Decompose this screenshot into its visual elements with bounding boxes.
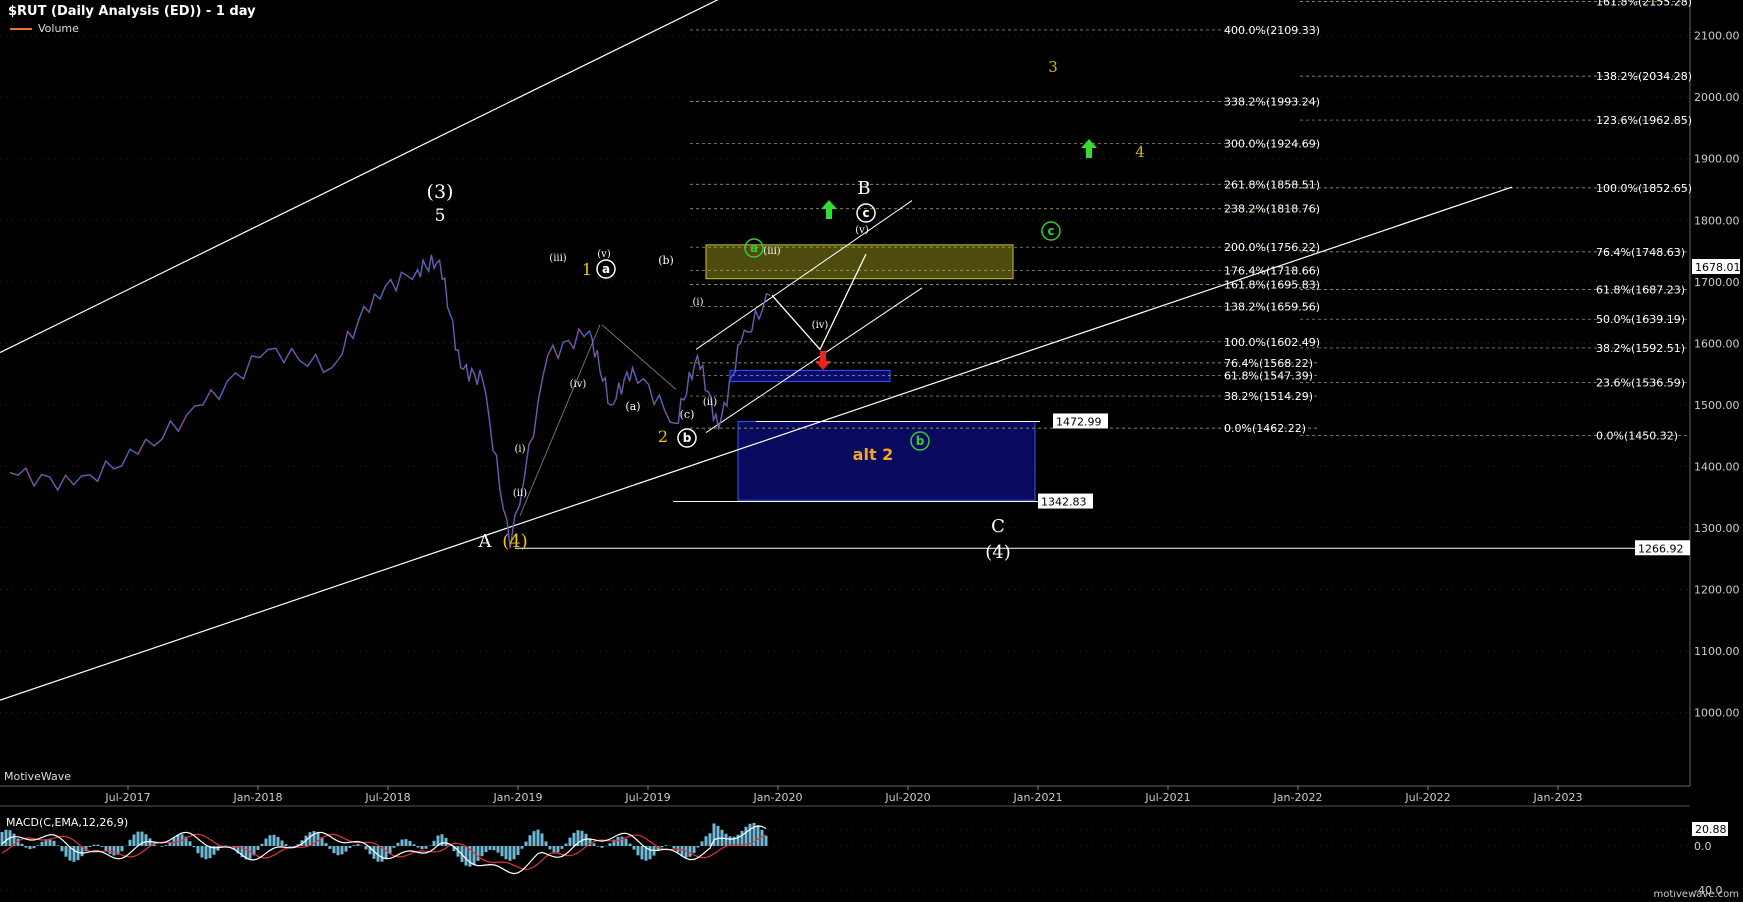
fib-label-left: 261.8%(1858.51) [1224, 178, 1320, 191]
alt-zone-label: alt 2 [853, 445, 894, 464]
fib-label-left: 338.2%(1993.24) [1224, 95, 1320, 108]
wave-label: (ii) [513, 488, 527, 499]
wave-label: (4) [502, 531, 528, 552]
x-tick-label: Jan-2021 [1013, 791, 1063, 804]
x-tick-label: Jul-2020 [884, 791, 930, 804]
wave-label: (v) [855, 225, 869, 236]
x-tick-label: Jul-2021 [1144, 791, 1190, 804]
y-tick-label: 1200.00 [1694, 583, 1740, 596]
x-tick-label: Jan-2018 [233, 791, 283, 804]
wave-label: (b) [658, 254, 674, 267]
y-tick-label: 1300.00 [1694, 522, 1740, 535]
wave-circle-label: c [862, 206, 869, 220]
up-arrow-icon [1081, 139, 1097, 158]
fib-label-right: 76.4%(1748.63) [1596, 246, 1685, 259]
price-line [9, 254, 771, 549]
fib-label-right: 161.8%(2155.28) [1596, 0, 1692, 9]
wave-label: 3 [1048, 58, 1058, 76]
wave-circle-label: a [750, 241, 758, 255]
fib-label-right: 50.0%(1639.19) [1596, 313, 1685, 326]
macd-last-value: 20.88 [1695, 823, 1727, 836]
wave-label: B [857, 178, 870, 199]
fib-label-right: 123.6%(1962.85) [1596, 114, 1692, 127]
wave-label: 2 [658, 427, 668, 446]
fib-label-left: 300.0%(1924.69) [1224, 138, 1320, 151]
wave-label: A [478, 531, 493, 552]
level-value: 1266.92 [1638, 542, 1684, 555]
y-tick-label: 1100.00 [1694, 645, 1740, 658]
wave-label: (iii) [549, 253, 566, 264]
fib-label-left: 138.2%(1659.56) [1224, 301, 1320, 314]
level-value: 1472.99 [1056, 415, 1102, 428]
x-tick-label: Jan-2023 [1533, 791, 1583, 804]
sub-wave-line [601, 324, 677, 390]
price-chart[interactable]: 2200.002100.002000.001900.001800.001700.… [0, 0, 1743, 902]
fib-label-right: 100.0%(1852.65) [1596, 182, 1692, 195]
fib-label-right: 0.0%(1450.32) [1596, 429, 1678, 442]
fib-label-left: 100.0%(1602.49) [1224, 336, 1320, 349]
up-arrow-icon [821, 200, 837, 219]
wave-label: 4 [1135, 143, 1145, 161]
x-tick-label: Jul-2017 [104, 791, 150, 804]
fib-label-right: 138.2%(2034.28) [1596, 70, 1692, 83]
wave-circle-label: c [1047, 224, 1054, 238]
wave-label: (v) [597, 249, 611, 260]
fib-label-right: 38.2%(1592.51) [1596, 342, 1685, 355]
fib-label-left: 200.0%(1756.22) [1224, 241, 1320, 254]
fib-label-left: 38.2%(1514.29) [1224, 390, 1313, 403]
wave-label: (c) [680, 408, 695, 421]
level-value: 1342.83 [1041, 496, 1087, 509]
wave-label: (iv) [570, 379, 587, 390]
y-tick-label: 2100.00 [1694, 30, 1740, 43]
fib-label-left: 400.0%(2109.33) [1224, 24, 1320, 37]
fib-label-left: 176.4%(1718.66) [1224, 264, 1320, 277]
x-tick-label: Jan-2022 [1273, 791, 1323, 804]
y-tick-label: 1600.00 [1694, 337, 1740, 350]
macd-tick-label: -40.0 [1694, 884, 1722, 897]
wave-circle-label: b [916, 434, 925, 448]
wave-label: 5 [435, 206, 446, 226]
wave-circle-label: a [602, 262, 610, 276]
micro-channel-bottom [705, 287, 923, 433]
channel-upper [0, 0, 719, 354]
y-tick-label: 2000.00 [1694, 91, 1740, 104]
y-tick-label: 1000.00 [1694, 707, 1740, 720]
wave-label: (3) [427, 181, 454, 203]
wave-label: (iii) [763, 246, 780, 257]
wave-label: (i) [692, 297, 703, 308]
x-tick-label: Jul-2019 [624, 791, 670, 804]
fib-label-left: 238.2%(1818.76) [1224, 203, 1320, 216]
last-price-value: 1678.01 [1695, 261, 1741, 274]
wave-label: C [991, 516, 1005, 537]
x-tick-label: Jul-2022 [1404, 791, 1450, 804]
macd-tick-label: 0.0 [1694, 840, 1712, 853]
wave-label: (i) [514, 444, 525, 455]
wave-label: (iv) [812, 320, 829, 331]
wave-circle-label: b [683, 431, 692, 445]
fib-label-left: 61.8%(1547.39) [1224, 370, 1313, 383]
down-arrow-icon [815, 351, 831, 370]
wave-label: (a) [625, 400, 640, 413]
y-tick-label: 1400.00 [1694, 460, 1740, 473]
x-tick-label: Jan-2019 [493, 791, 543, 804]
y-tick-label: 1800.00 [1694, 214, 1740, 227]
x-tick-label: Jan-2020 [753, 791, 803, 804]
fib-label-left: 76.4%(1568.22) [1224, 357, 1313, 370]
fib-label-right: 23.6%(1536.59) [1596, 376, 1685, 389]
fib-label-right: 61.8%(1687.23) [1596, 284, 1685, 297]
wave-label: 1 [582, 260, 592, 279]
wave-label: (ii) [703, 397, 717, 408]
y-tick-label: 1700.00 [1694, 276, 1740, 289]
y-tick-label: 1900.00 [1694, 153, 1740, 166]
wave-label: (4) [985, 542, 1011, 563]
x-tick-label: Jul-2018 [364, 791, 410, 804]
y-tick-label: 1500.00 [1694, 399, 1740, 412]
fib-label-left: 0.0%(1462.22) [1224, 422, 1306, 435]
